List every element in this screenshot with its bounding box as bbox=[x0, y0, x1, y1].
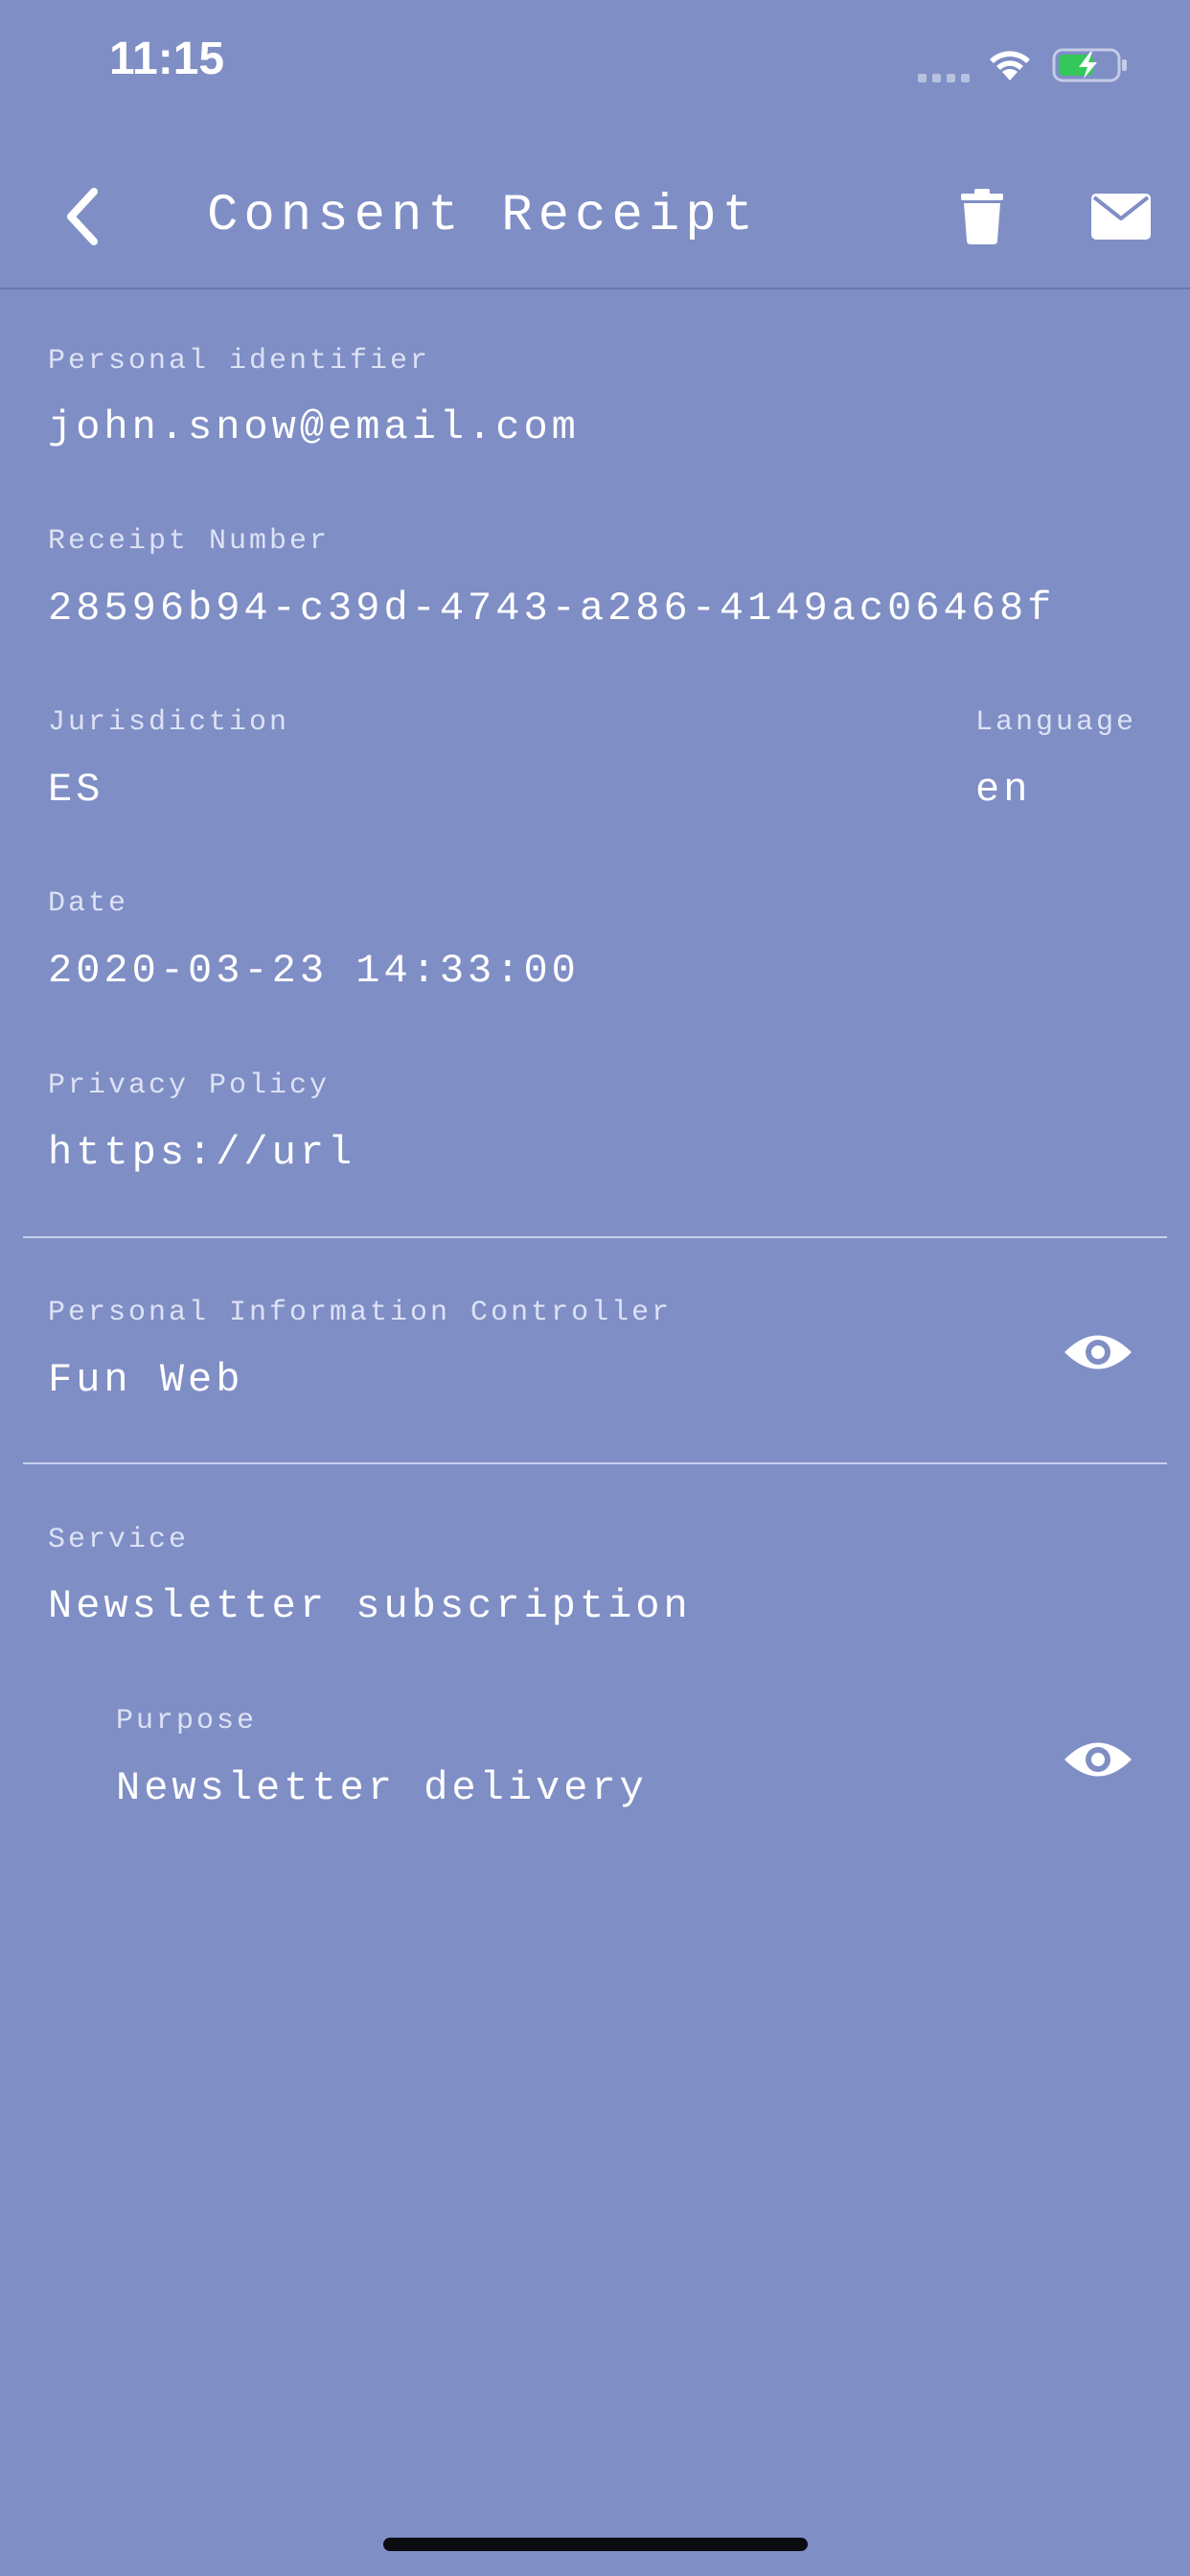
view-controller-button[interactable] bbox=[1063, 1328, 1133, 1376]
eye-icon bbox=[1064, 1335, 1132, 1369]
language-label: Language bbox=[975, 706, 1137, 739]
status-bar: 11:15 bbox=[0, 0, 1190, 134]
privacy-policy-link[interactable]: https://url bbox=[48, 1130, 355, 1176]
email-button[interactable] bbox=[1083, 178, 1159, 255]
wifi-icon bbox=[985, 42, 1035, 82]
mail-icon bbox=[1091, 194, 1151, 240]
delete-button[interactable] bbox=[949, 178, 1016, 255]
receipt-number-value: 28596b94-c39d-4743-a286-4149ac06468f bbox=[48, 586, 1056, 632]
personal-identifier-value: john.snow@email.com bbox=[48, 404, 580, 450]
purpose-value: Newsletter delivery bbox=[116, 1765, 648, 1811]
controller-label: Personal Information Controller bbox=[48, 1297, 673, 1329]
service-label: Service bbox=[48, 1524, 190, 1556]
battery-icon bbox=[1052, 46, 1129, 84]
navigation-bar: Consent Receipt bbox=[0, 144, 1190, 289]
date-label: Date bbox=[48, 887, 129, 920]
controller-value: Fun Web bbox=[48, 1357, 244, 1403]
jurisdiction-label: Jurisdiction bbox=[48, 706, 290, 739]
language-value: en bbox=[975, 767, 1032, 813]
cellular-signal-icon bbox=[918, 67, 972, 82]
divider bbox=[23, 1462, 1167, 1464]
view-purpose-button[interactable] bbox=[1063, 1736, 1133, 1783]
eye-icon bbox=[1064, 1742, 1132, 1777]
page-title: Consent Receipt bbox=[207, 187, 760, 245]
divider bbox=[23, 1236, 1167, 1238]
receipt-number-label: Receipt Number bbox=[48, 525, 331, 558]
jurisdiction-value: ES bbox=[48, 767, 104, 813]
chevron-left-icon bbox=[67, 188, 98, 245]
date-value: 2020-03-23 14:33:00 bbox=[48, 948, 580, 994]
home-indicator[interactable] bbox=[383, 2538, 808, 2551]
back-button[interactable] bbox=[54, 178, 111, 255]
privacy-policy-label: Privacy Policy bbox=[48, 1070, 331, 1102]
service-value: Newsletter subscription bbox=[48, 1583, 692, 1629]
purpose-label: Purpose bbox=[116, 1705, 258, 1737]
status-time: 11:15 bbox=[109, 34, 225, 84]
personal-identifier-label: Personal identifier bbox=[48, 345, 431, 378]
trash-icon bbox=[961, 189, 1003, 244]
